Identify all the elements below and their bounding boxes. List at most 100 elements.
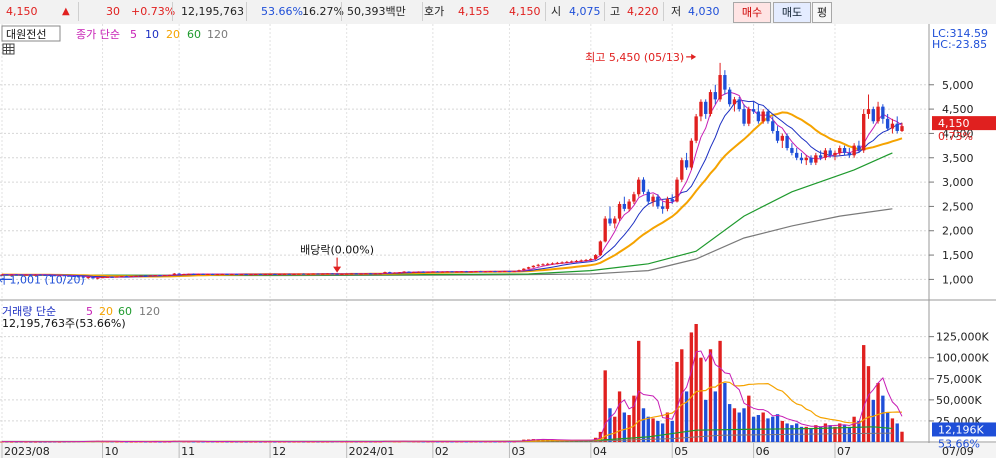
candle-body: [637, 179, 641, 195]
sell-button[interactable]: 매도: [773, 2, 811, 23]
candle-body: [617, 203, 622, 219]
candle-body: [627, 201, 631, 209]
candle-body: [421, 271, 425, 273]
candle-body: [747, 109, 751, 124]
open-label: 시: [551, 5, 562, 18]
candle-body: [656, 196, 660, 207]
time-tick-label: 2024/01: [349, 445, 395, 458]
trade-volume: 12,195,763: [181, 5, 244, 18]
time-tick-label: 11: [181, 445, 195, 458]
candle-body: [646, 191, 650, 202]
volume-bar: [613, 416, 617, 442]
volume-bar: [809, 428, 813, 442]
candle-body: [842, 148, 847, 153]
candle-body: [345, 273, 349, 275]
candle-body: [187, 273, 191, 275]
candle-body: [474, 271, 478, 273]
candle-body: [96, 277, 100, 279]
chart-area: 대원전선 종가 단순 5 10 20 60 120 LC:314.59 HC:-…: [0, 24, 996, 458]
candle-body: [761, 111, 765, 122]
time-tick-label: 2023/08: [4, 445, 50, 458]
volume-bar: [833, 426, 837, 442]
evaluation-button[interactable]: 평: [812, 2, 832, 23]
candle-body: [546, 263, 550, 265]
candle-body: [603, 218, 607, 242]
candle-body: [526, 267, 531, 269]
candle-body: [273, 273, 277, 275]
candle-body: [163, 275, 167, 277]
volume-bar: [646, 416, 650, 442]
candle-body: [244, 274, 248, 276]
candle-body: [167, 274, 172, 276]
time-tick-label: 12: [272, 445, 286, 458]
candle-body: [694, 116, 698, 141]
low-annotation: 최저 1,001 (10/20): [0, 273, 85, 286]
candle-body: [230, 274, 234, 276]
volume-bar: [684, 391, 689, 442]
volume-bar: [847, 426, 852, 442]
price-tick-label: 1,000: [942, 273, 974, 286]
candle-body: [225, 273, 229, 275]
candle-body: [110, 276, 114, 278]
legend-ma20: 20: [166, 28, 180, 41]
candle-body: [311, 273, 315, 275]
time-tick-label: 03: [511, 445, 525, 458]
candle-body: [555, 262, 559, 264]
candle-body: [287, 273, 291, 275]
volume-bar: [732, 408, 737, 442]
candle-body: [445, 271, 449, 273]
candle-body: [785, 135, 789, 149]
hc-label: HC:-23.85: [932, 38, 987, 51]
candle-body: [641, 179, 646, 192]
price-tick-label: 1,500: [942, 249, 974, 262]
candle-body: [349, 273, 354, 275]
candle-body: [862, 113, 866, 151]
candle-body: [838, 148, 842, 153]
legend-ma10: 10: [145, 28, 159, 41]
volume-bar: [761, 412, 765, 442]
candle-body: [675, 179, 679, 202]
volume-bar: [617, 391, 622, 442]
buy-button[interactable]: 매수: [733, 2, 771, 23]
time-tick-label: 07: [837, 445, 851, 458]
candle-body: [325, 273, 330, 275]
candle-body: [129, 276, 133, 278]
candle-body: [316, 273, 320, 275]
candle-body: [847, 152, 852, 156]
candle-body: [828, 150, 832, 156]
candle-body: [589, 258, 593, 260]
candle-body: [378, 273, 382, 275]
candle-body: [790, 148, 794, 153]
price-tick-label: 2,500: [942, 200, 974, 213]
table-icon[interactable]: [2, 43, 15, 55]
candle-body: [177, 273, 181, 275]
candle-body: [522, 268, 526, 271]
ask-price: 4,155: [458, 5, 490, 18]
volume-bar: [689, 332, 694, 442]
low-price: 4,030: [688, 5, 720, 18]
up-arrow-icon: ▲: [62, 6, 70, 17]
volume-bar: [766, 418, 770, 442]
candle-body: [541, 264, 545, 266]
volume-bar: [737, 412, 741, 442]
candle-body: [737, 99, 741, 110]
candle-body: [134, 275, 138, 277]
volume-bar: [608, 408, 612, 442]
candle-body: [210, 274, 215, 276]
volume-bar: [742, 408, 746, 442]
stock-chart[interactable]: 대원전선 종가 단순 5 10 20 60 120 LC:314.59 HC:-…: [0, 24, 996, 458]
volume-bar: [890, 418, 895, 442]
candle-body: [335, 273, 339, 275]
volume-bar: [699, 357, 703, 442]
volume-bar: [795, 423, 799, 442]
candle-body: [809, 157, 813, 163]
candle-body: [258, 274, 263, 276]
candle-body: [536, 264, 540, 266]
candle-body: [660, 206, 665, 209]
candle-body: [684, 160, 689, 168]
candle-body: [397, 272, 402, 274]
candle-body: [775, 130, 780, 141]
candle-body: [450, 271, 454, 273]
candle-body: [507, 271, 512, 273]
time-tick-label: 06: [756, 445, 770, 458]
